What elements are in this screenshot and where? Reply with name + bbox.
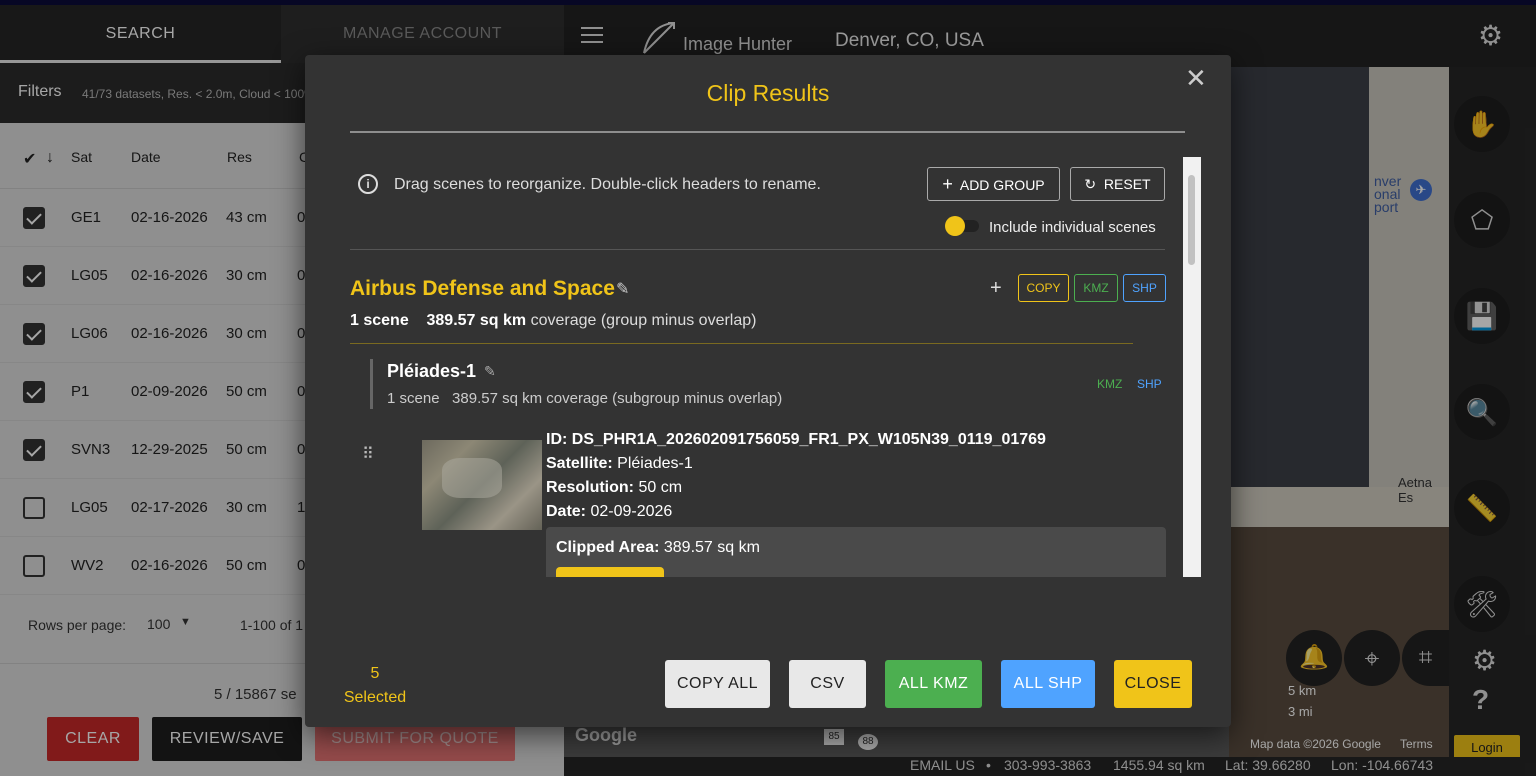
scene-res-label: Resolution: <box>546 479 634 496</box>
subgroup-shp-button[interactable]: SHP <box>1137 377 1162 391</box>
scene-date-label: Date: <box>546 503 587 520</box>
scene-sat-label: Satellite: <box>546 455 613 472</box>
all-shp-button[interactable]: ALL SHP <box>1001 660 1095 708</box>
scene-id-value: DS_PHR1A_202602091756059_FR1_PX_W105N39_… <box>571 431 1046 448</box>
info-icon: i <box>358 174 378 194</box>
scrollbar-thumb[interactable] <box>1188 175 1195 265</box>
scene-date: Date: 02-09-2026 <box>546 503 672 521</box>
include-scenes-toggle[interactable] <box>945 216 979 236</box>
copy-all-button[interactable]: COPY ALL <box>665 660 770 708</box>
group-coverage-suffix: coverage (group minus overlap) <box>530 312 757 329</box>
selected-label: Selected <box>343 689 407 706</box>
scene-satellite: Satellite: Pléiades-1 <box>546 455 693 473</box>
toggle-knob <box>945 216 965 236</box>
close-icon[interactable]: ✕ <box>1185 63 1207 94</box>
scene-id-label: ID: <box>546 431 568 448</box>
reset-label: RESET <box>1103 176 1151 192</box>
clip-label: Clipped Area: <box>556 539 660 556</box>
selected-number: 5 <box>370 665 380 682</box>
refresh-icon: ↻ <box>1084 176 1097 192</box>
drag-handle-icon[interactable]: ⠿ <box>362 444 374 464</box>
clip-action-button[interactable] <box>556 567 664 577</box>
scene-res-value: 50 cm <box>638 479 683 496</box>
csv-button[interactable]: CSV <box>789 660 866 708</box>
title-divider <box>350 131 1185 133</box>
include-scenes-label: Include individual scenes <box>989 219 1156 236</box>
reset-button[interactable]: ↻ RESET <box>1070 167 1165 201</box>
scene-date-value: 02-09-2026 <box>590 503 673 520</box>
close-button[interactable]: CLOSE <box>1114 660 1192 708</box>
dialog-title: Clip Results <box>706 80 830 106</box>
subgroup-kmz-button[interactable]: KMZ <box>1097 377 1122 391</box>
clip-results-dialog: Clip Results ✕ i Drag scenes to reorgani… <box>305 55 1231 727</box>
add-group-label: ADD GROUP <box>959 177 1045 193</box>
group-title[interactable]: Airbus Defense and Space <box>350 277 615 301</box>
selected-count: 5 Selected <box>325 662 425 710</box>
add-subgroup-icon[interactable]: + <box>990 277 1002 300</box>
subgroup-meta: 1 scene 389.57 sq km coverage (subgroup … <box>387 390 783 407</box>
all-kmz-button[interactable]: ALL KMZ <box>885 660 982 708</box>
scene-sat-value: Pléiades-1 <box>617 455 693 472</box>
section-divider <box>350 249 1165 250</box>
clipped-area: Clipped Area: 389.57 sq km <box>556 539 760 557</box>
group-shp-button[interactable]: SHP <box>1123 274 1166 302</box>
info-text: Drag scenes to reorganize. Double-click … <box>394 176 821 193</box>
group-meta: 1 scene 389.57 sq km coverage (group min… <box>350 312 756 330</box>
group-scene-count: 1 scene <box>350 312 409 329</box>
clip-value: 389.57 sq km <box>663 539 760 556</box>
subgroup-bar <box>370 359 373 409</box>
group-divider <box>350 343 1133 344</box>
group-kmz-button[interactable]: KMZ <box>1074 274 1118 302</box>
clipped-area-box: Clipped Area: 389.57 sq km <box>546 527 1166 577</box>
scene-thumbnail <box>422 440 542 530</box>
add-group-button[interactable]: + ADD GROUP <box>927 167 1060 201</box>
plus-icon: + <box>942 174 953 194</box>
subgroup-title[interactable]: Pléiades-1 <box>387 361 476 382</box>
pencil-icon[interactable]: ✎ <box>616 279 629 299</box>
subgroup-pencil-icon[interactable]: ✎ <box>484 363 496 380</box>
group-copy-button[interactable]: COPY <box>1018 274 1069 302</box>
scene-resolution: Resolution: 50 cm <box>546 479 682 497</box>
results-scroll-area[interactable]: i Drag scenes to reorganize. Double-clic… <box>350 157 1200 577</box>
scrollbar[interactable] <box>1183 157 1201 577</box>
scene-id: ID: DS_PHR1A_202602091756059_FR1_PX_W105… <box>546 431 1046 449</box>
group-coverage: 389.57 sq km <box>426 312 527 329</box>
